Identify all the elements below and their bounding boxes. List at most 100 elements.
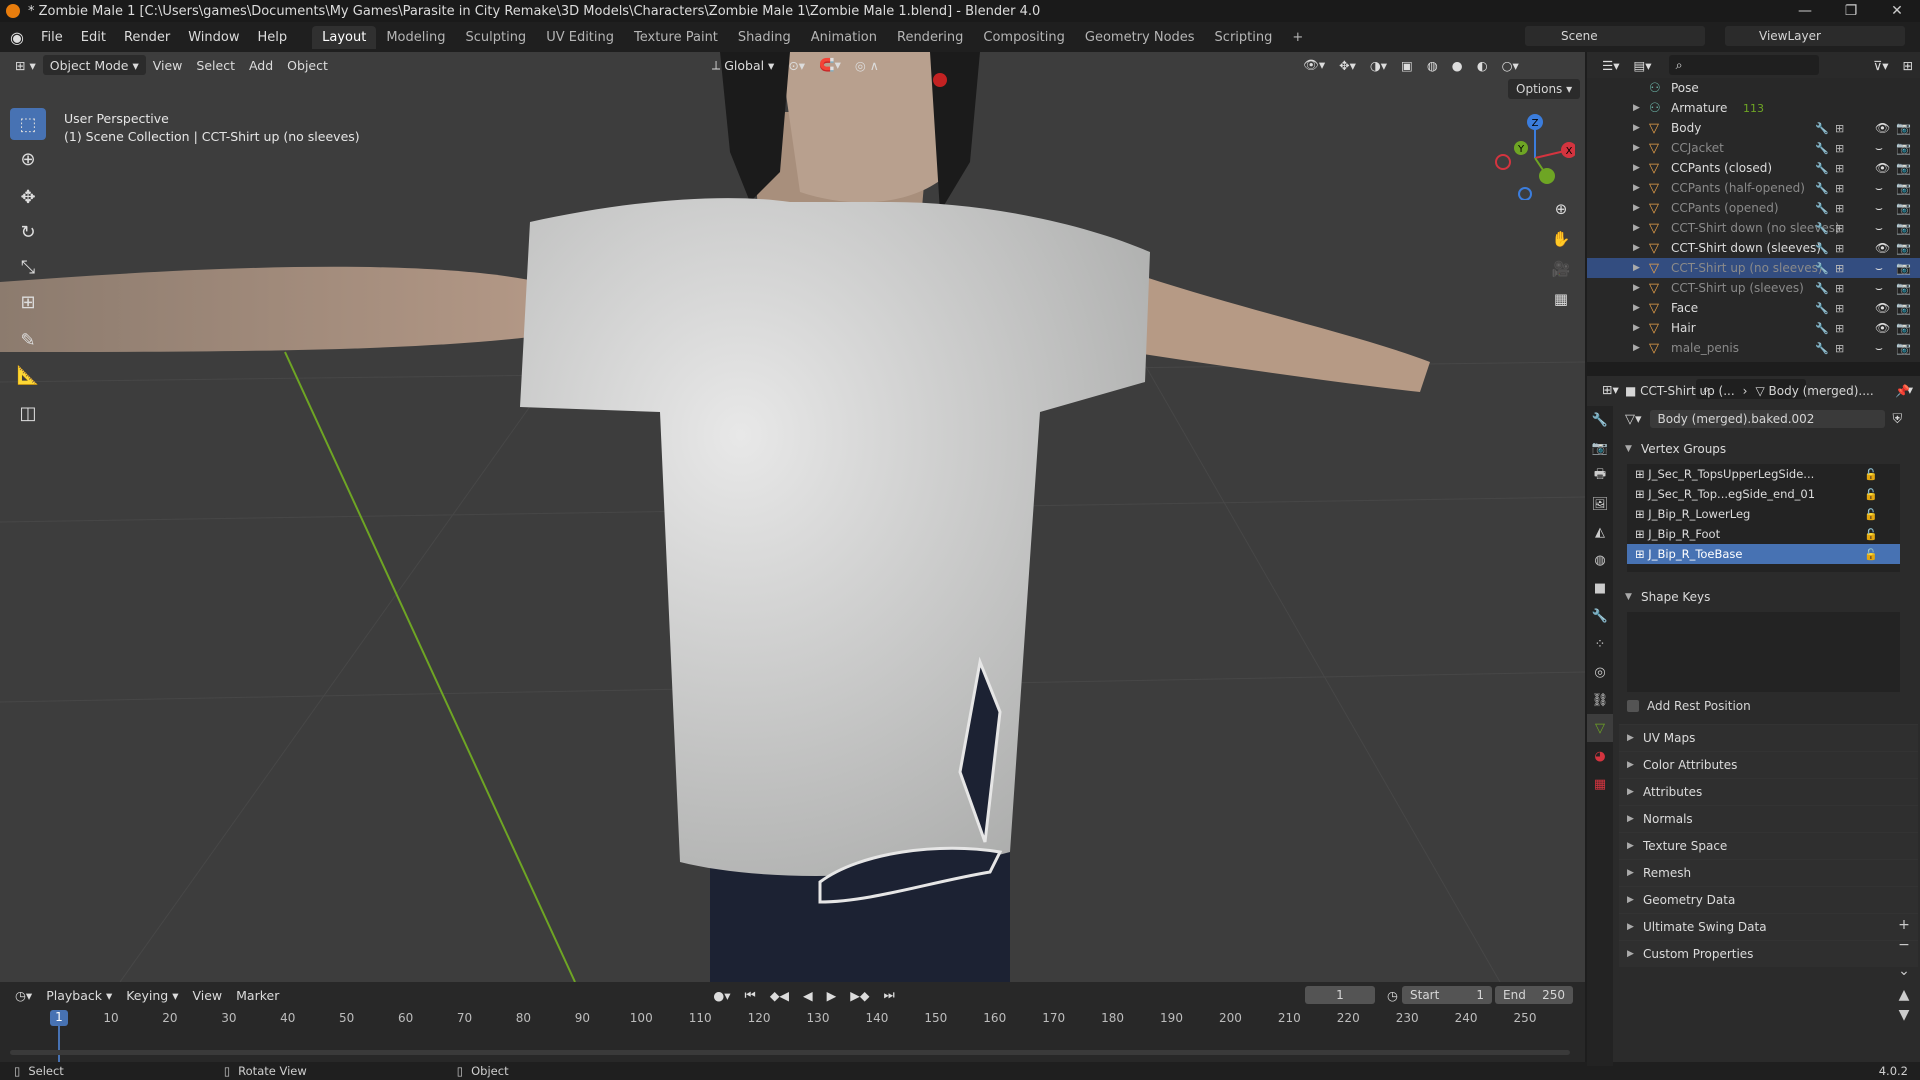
add-rest-position-checkbox[interactable] xyxy=(1627,700,1639,712)
eye-closed-icon[interactable]: ⌣ xyxy=(1875,261,1883,276)
outliner-editor-icon[interactable]: ☰▾ xyxy=(1595,55,1626,75)
eye-closed-icon[interactable]: ⌣ xyxy=(1875,201,1883,216)
eye-closed-icon[interactable]: ⌣ xyxy=(1875,221,1883,236)
annotate-tool-icon[interactable]: ✎ xyxy=(10,324,46,356)
render-camera-icon[interactable]: 📷 xyxy=(1896,201,1911,215)
render-camera-icon[interactable]: 📷 xyxy=(1896,261,1911,275)
shape-keys-header[interactable]: ▼ Shape Keys xyxy=(1617,586,1920,608)
collapsed-panel[interactable]: ▶ Normals xyxy=(1619,805,1918,832)
object-tab-icon[interactable]: ■ xyxy=(1587,574,1613,602)
outliner-row[interactable]: ▶ ▽ CCT-Shirt down (no sleeves) 🔧 ⊞ ⌣ 📷 xyxy=(1587,218,1920,238)
zoom-icon[interactable]: ⊕ xyxy=(1548,196,1574,222)
vg-add-icon[interactable]: + xyxy=(1894,916,1914,934)
expand-arrow-icon[interactable]: ▶ xyxy=(1633,243,1640,253)
camera-view-icon[interactable]: 🎥 xyxy=(1548,256,1574,282)
end-frame-field[interactable]: End 250 xyxy=(1495,986,1573,1004)
outliner-row[interactable]: ▶ ▽ Face 🔧 ⊞ 👁 📷 xyxy=(1587,298,1920,318)
eye-open-icon[interactable]: 👁 xyxy=(1875,241,1890,255)
modifier-wrench-icon[interactable]: 🔧 xyxy=(1815,302,1829,315)
scene-tab-icon[interactable]: ◭ xyxy=(1587,518,1613,546)
prev-keyframe-icon[interactable]: ◆◀ xyxy=(763,985,796,1005)
move-tool-icon[interactable]: ✥ xyxy=(10,181,46,213)
modifier-wrench-icon[interactable]: 🔧 xyxy=(1815,162,1829,175)
render-camera-icon[interactable]: 📷 xyxy=(1896,281,1911,295)
menu-file[interactable]: File xyxy=(32,30,72,45)
vg-specials-icon[interactable]: ⌄ xyxy=(1894,962,1914,980)
outliner-search-input[interactable]: ⌕ xyxy=(1668,55,1819,75)
eye-closed-icon[interactable]: ⌣ xyxy=(1875,281,1883,296)
collapsed-panel[interactable]: ▶ Geometry Data xyxy=(1619,886,1918,913)
visibility-icon[interactable]: 👁▾ xyxy=(1296,55,1332,75)
shading-material-icon[interactable]: ◐ xyxy=(1470,55,1495,75)
vg-move-down-icon[interactable]: ▼ xyxy=(1894,1006,1914,1024)
select-box-tool-icon[interactable]: ⬚ xyxy=(10,108,46,140)
3d-viewport[interactable]: ⊞ ▾ Object Mode ▾ View Select Add Object… xyxy=(0,52,1585,982)
outliner-row[interactable]: ▶ ⚇ Armature 113 xyxy=(1587,98,1920,118)
overlay-toggle-icon[interactable]: ◑▾ xyxy=(1363,55,1394,75)
render-camera-icon[interactable]: 📷 xyxy=(1896,341,1911,355)
add-rest-position-row[interactable]: Add Rest Position xyxy=(1617,692,1920,720)
expand-arrow-icon[interactable]: ▶ xyxy=(1633,303,1640,313)
outliner-row[interactable]: ▶ ▽ Hair 🔧 ⊞ 👁 📷 xyxy=(1587,318,1920,338)
render-camera-icon[interactable]: 📷 xyxy=(1896,321,1911,335)
modifier-wrench-icon[interactable]: 🔧 xyxy=(1815,142,1829,155)
outliner-row[interactable]: ▶ ▽ Body 🔧 ⊞ 👁 📷 xyxy=(1587,118,1920,138)
lock-icon[interactable]: 🔓 xyxy=(1864,508,1878,521)
vertex-group-item[interactable]: ⊞ J_Sec_R_Top...egSide_end_01 🔓 xyxy=(1627,484,1900,504)
xray-icon[interactable]: ▣ xyxy=(1394,55,1420,75)
texture-tab-icon[interactable]: ▦ xyxy=(1587,770,1613,798)
modifier-wrench-icon[interactable]: 🔧 xyxy=(1815,322,1829,335)
marker-menu[interactable]: Marker xyxy=(229,985,286,1005)
collapsed-panel[interactable]: ▶ Color Attributes xyxy=(1619,751,1918,778)
menu-render[interactable]: Render xyxy=(115,30,179,45)
modifier-wrench-icon[interactable]: 🔧 xyxy=(1815,182,1829,195)
mesh-datablock-icon[interactable]: ▽▾ xyxy=(1625,412,1642,427)
physics-tab-icon[interactable]: ◎ xyxy=(1587,658,1613,686)
view-layer-tab-icon[interactable]: 🖼 xyxy=(1587,490,1613,518)
record-icon[interactable]: ●▾ xyxy=(706,985,737,1005)
lock-icon[interactable]: 🔓 xyxy=(1864,548,1878,561)
outliner-row[interactable]: ⚇ Pose xyxy=(1587,78,1920,98)
menu-edit[interactable]: Edit xyxy=(72,30,115,45)
modifier-wrench-icon[interactable]: 🔧 xyxy=(1815,342,1829,355)
tab-scripting[interactable]: Scripting xyxy=(1205,26,1283,49)
editor-type-icon[interactable]: ⊞ ▾ xyxy=(8,55,43,75)
lock-icon[interactable]: 🔓 xyxy=(1864,468,1878,481)
close-button[interactable]: ✕ xyxy=(1874,0,1920,22)
output-tab-icon[interactable]: 🖶 xyxy=(1587,462,1613,490)
transform-tool-icon[interactable]: ⊞ xyxy=(10,286,46,318)
render-camera-icon[interactable]: 📷 xyxy=(1896,141,1911,155)
outliner-row[interactable]: ▶ ▽ CCPants (opened) 🔧 ⊞ ⌣ 📷 xyxy=(1587,198,1920,218)
new-collection-icon[interactable]: ⊞ xyxy=(1896,55,1920,75)
modifier-wrench-icon[interactable]: 🔧 xyxy=(1815,282,1829,295)
eye-closed-icon[interactable]: ⌣ xyxy=(1875,341,1883,356)
filter-icon[interactable]: ⊽▾ xyxy=(1866,55,1895,75)
expand-arrow-icon[interactable]: ▶ xyxy=(1633,223,1640,233)
tab-modeling[interactable]: Modeling xyxy=(376,26,455,49)
play-icon[interactable]: ▶ xyxy=(820,985,844,1005)
expand-arrow-icon[interactable]: ▶ xyxy=(1633,283,1640,293)
render-tab-icon[interactable]: 📷 xyxy=(1587,434,1613,462)
vg-remove-icon[interactable]: − xyxy=(1894,936,1914,954)
render-camera-icon[interactable]: 📷 xyxy=(1896,181,1911,195)
modifier-wrench-icon[interactable]: 🔧 xyxy=(1815,242,1829,255)
gizmo-toggle-icon[interactable]: ✥▾ xyxy=(1332,55,1363,75)
render-camera-icon[interactable]: 📷 xyxy=(1896,301,1911,315)
scale-tool-icon[interactable]: ⤡ xyxy=(10,251,46,283)
modifier-wrench-icon[interactable]: 🔧 xyxy=(1815,122,1829,135)
expand-arrow-icon[interactable]: ▶ xyxy=(1633,203,1640,213)
eye-closed-icon[interactable]: ⌣ xyxy=(1875,181,1883,196)
scene-selector[interactable]: Scene xyxy=(1525,26,1705,46)
jump-end-icon[interactable]: ⏭ xyxy=(877,985,902,1005)
rotate-tool-icon[interactable]: ↻ xyxy=(10,216,46,248)
tool-tab-icon[interactable]: 🔧 xyxy=(1587,406,1613,434)
expand-arrow-icon[interactable]: ▶ xyxy=(1633,343,1640,353)
navigation-gizmo[interactable]: Z X Y xyxy=(1495,110,1575,200)
viewport-menu-view[interactable]: View xyxy=(146,55,190,75)
snap-icon[interactable]: 🧲▾ xyxy=(812,55,848,75)
tab-rendering[interactable]: Rendering xyxy=(887,26,973,49)
collapsed-panel[interactable]: ▶ Remesh xyxy=(1619,859,1918,886)
viewport-menu-add[interactable]: Add xyxy=(242,55,280,75)
tab-texture-paint[interactable]: Texture Paint xyxy=(624,26,728,49)
vertex-group-item[interactable]: ⊞ J_Sec_R_TopsUpperLegSide... 🔓 xyxy=(1627,464,1900,484)
